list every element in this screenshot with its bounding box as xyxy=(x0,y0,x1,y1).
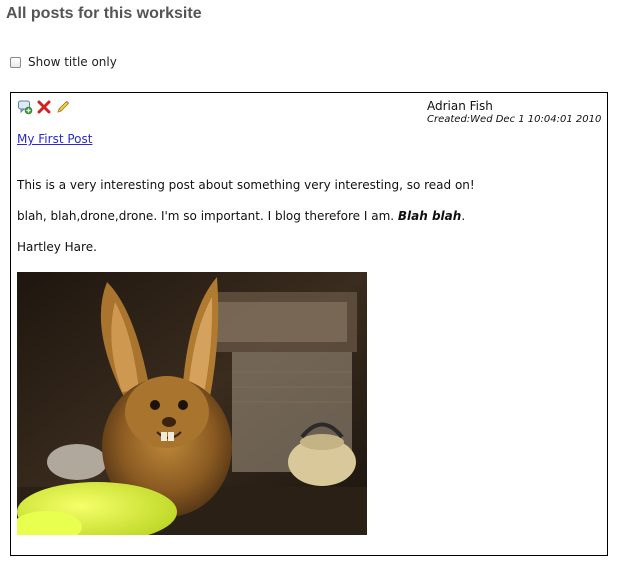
show-title-only-label[interactable]: Show title only xyxy=(28,55,117,69)
post-container: Adrian Fish Created:Wed Dec 1 10:04:01 2… xyxy=(10,92,608,556)
show-title-only-option[interactable]: Show title only xyxy=(10,53,117,71)
show-title-only-checkbox[interactable] xyxy=(10,56,21,68)
post-title-link[interactable]: My First Post xyxy=(17,132,92,146)
created-timestamp: Created:Wed Dec 1 10:04:01 2010 xyxy=(427,114,602,125)
paragraph-2-end: . xyxy=(461,209,466,223)
edit-pencil-icon[interactable] xyxy=(55,99,71,115)
post-author-info: Adrian Fish Created:Wed Dec 1 10:04:01 2… xyxy=(427,99,603,125)
paragraph-2-emphasis: Blah blah xyxy=(397,209,462,223)
author-name: Adrian Fish xyxy=(427,99,493,113)
paragraph-2-text: blah, blah,drone,drone. I'm so important… xyxy=(17,209,398,223)
post-paragraph-3: Hartley Hare. xyxy=(17,240,97,254)
hare-puppet-photo xyxy=(17,272,367,535)
delete-icon[interactable] xyxy=(36,99,52,115)
post-paragraph-2: blah, blah,drone,drone. I'm so important… xyxy=(17,209,465,223)
page-title: All posts for this worksite xyxy=(6,5,202,22)
add-comment-icon[interactable] xyxy=(17,99,33,115)
post-toolbar xyxy=(17,99,71,115)
post-paragraph-1: This is a very interesting post about so… xyxy=(17,178,475,192)
